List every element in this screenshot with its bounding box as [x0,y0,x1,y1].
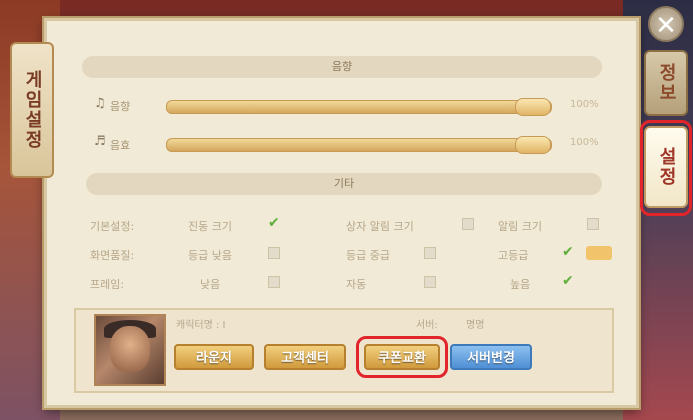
frame-high-radio[interactable]: ✔ [562,273,574,289]
frame-rate-label: 프레임: [90,278,125,291]
quality-high-radio[interactable]: ✔ [562,244,574,260]
coupon-highlight [356,336,448,378]
frame-high-option-label: 높음 [510,278,531,291]
etc-section-title: 기타 [333,177,355,190]
vibration-checkbox[interactable]: ✔ [268,215,280,231]
tab-info-label: 정보 [656,63,677,103]
close-icon: ✕ [655,11,677,41]
effects-volume-label: 음효 [110,139,131,152]
music-note-icon: ♬ [94,134,106,149]
sound-volume-slider-handle[interactable] [515,98,551,116]
vibration-option-label: 진동 크기 [188,220,232,233]
frame-low-radio[interactable] [268,276,280,288]
frame-low-option-label: 낮음 [200,278,221,291]
quality-low-option-label: 등급 낮음 [188,249,232,262]
etc-section-header: 기타 [86,173,602,195]
basic-settings-label: 기본설정: [90,220,135,233]
lounge-button[interactable]: 라운지 [174,344,254,370]
sound-volume-value: 100% [570,99,599,110]
customer-center-button[interactable]: 고객센터 [264,344,346,370]
frame-auto-radio[interactable] [424,276,436,288]
server-label: 서버: [416,320,438,331]
quality-mid-radio[interactable] [424,247,436,259]
quality-low-radio[interactable] [268,247,280,259]
avatar-face [110,326,150,372]
box-notify-checkbox[interactable] [462,218,474,230]
notify-checkbox[interactable] [587,218,599,230]
frame-auto-option-label: 자동 [346,278,367,291]
game-settings-tab-label: 게임설정 [22,70,43,150]
recommended-badge [586,246,612,260]
close-button[interactable]: ✕ [648,6,684,42]
sound-volume-label: 음향 [110,100,131,113]
effects-volume-slider-handle[interactable] [515,136,551,154]
quality-high-option-label: 고등급 [498,249,529,262]
quality-mid-option-label: 등급 중급 [346,249,390,262]
effects-volume-value: 100% [570,137,599,148]
server-change-button[interactable]: 서버변경 [450,344,532,370]
sound-volume-slider[interactable] [166,98,552,116]
notify-option-label: 알림 크기 [498,220,542,233]
box-notify-option-label: 상자 알림 크기 [346,220,414,233]
sound-section-header: 음향 [82,56,602,78]
server-name: 명명 [466,320,485,331]
tab-info[interactable]: 정보 [644,50,688,116]
graphics-quality-label: 화면품질: [90,249,135,262]
character-name: 캐릭터명 : I [176,320,226,331]
sound-section-title: 음향 [331,60,353,73]
effects-volume-slider[interactable] [166,136,552,154]
settings-tab-highlight [640,120,692,216]
avatar[interactable] [94,314,166,386]
game-settings-tab: 게임설정 [10,42,54,178]
headphones-icon: ♫ [94,96,106,111]
